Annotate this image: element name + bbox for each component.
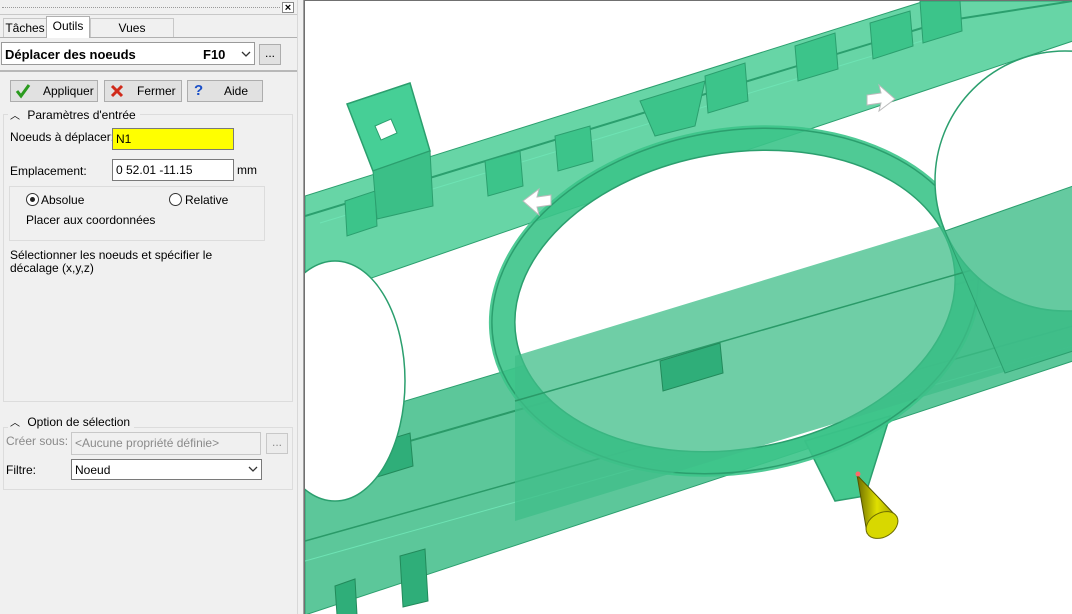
create-more-label: ... <box>271 435 282 449</box>
tab-vues-partagees[interactable]: Vues partagées <box>90 18 174 54</box>
instructions-text: Sélectionner les noeuds et spécifier le … <box>10 248 213 275</box>
red-x-icon <box>109 83 125 105</box>
question-icon: ? <box>194 82 204 99</box>
tool-more-label: ... <box>264 46 275 60</box>
tool-shortcut: F10 <box>203 47 226 62</box>
location-label: Emplacement: <box>10 164 87 178</box>
absolute-label[interactable]: Absolue <box>41 193 84 207</box>
input-section-title: Paramètres d'entrée <box>27 108 136 122</box>
location-field[interactable]: 0 52.01 -11.15 <box>112 159 234 181</box>
tab-taches[interactable]: Tâches <box>3 18 47 37</box>
3d-viewport[interactable] <box>304 0 1072 614</box>
tool-more-button[interactable]: ... <box>259 44 281 65</box>
filter-value: Noeud <box>75 463 111 477</box>
input-section-header[interactable]: ︿ Paramètres d'entrée <box>8 107 140 122</box>
tab-outils[interactable]: Outils <box>46 16 90 38</box>
tool-panel: × Tâches Outils Vues partagées Déplacer … <box>0 0 297 614</box>
chevron-up-icon[interactable]: ︿ <box>10 418 20 429</box>
selection-section-header[interactable]: ︿ Option de sélection <box>8 414 135 429</box>
panel-splitter[interactable] <box>297 0 304 614</box>
checkmark-icon <box>15 83 31 105</box>
tool-selector[interactable]: Déplacer des noeuds F10 <box>1 42 255 65</box>
nodes-label: Noeuds à déplacer: <box>10 130 115 144</box>
tool-separator <box>0 70 297 72</box>
close-label: Fermer <box>137 84 176 98</box>
close-icon[interactable]: × <box>282 2 294 14</box>
chevron-up-icon[interactable]: ︿ <box>10 111 20 122</box>
nodes-field[interactable]: N1 <box>112 128 234 150</box>
absolute-radio[interactable] <box>26 193 39 206</box>
chevron-down-icon[interactable] <box>246 462 260 479</box>
panel-caption-line <box>2 7 280 8</box>
panel-caption-bar: × <box>0 0 297 15</box>
tool-name: Déplacer des noeuds <box>5 47 136 62</box>
create-more-button: ... <box>266 433 288 454</box>
help-label: Aide <box>224 84 249 98</box>
relative-label[interactable]: Relative <box>185 193 228 207</box>
mode-hint: Placer aux coordonnées <box>26 213 156 227</box>
create-under-field: <Aucune propriété définie> <box>71 432 261 455</box>
close-button[interactable]: Fermer <box>104 80 182 102</box>
node-cone-pointer <box>855 471 899 539</box>
create-label: Créer sous: <box>6 434 69 448</box>
apply-button[interactable]: Appliquer <box>10 80 98 102</box>
help-button[interactable]: ? Aide <box>187 80 263 102</box>
filter-select[interactable]: Noeud <box>71 459 262 480</box>
filter-label: Filtre: <box>6 463 36 477</box>
chevron-down-icon[interactable] <box>238 45 254 62</box>
tabs-baseline <box>0 37 297 38</box>
apply-label: Appliquer <box>43 84 94 98</box>
location-unit: mm <box>237 163 257 177</box>
relative-radio[interactable] <box>169 193 182 206</box>
model-render <box>305 1 1072 614</box>
selection-section-title: Option de sélection <box>27 415 131 429</box>
